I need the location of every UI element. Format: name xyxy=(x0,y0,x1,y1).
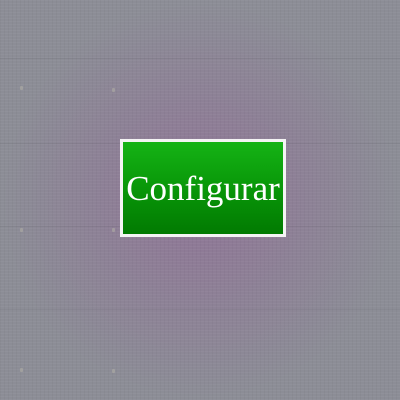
configurar-button[interactable]: Configurar xyxy=(120,139,286,237)
background-speck xyxy=(20,228,23,232)
background-seam xyxy=(0,58,400,59)
background-speck xyxy=(20,86,23,90)
configurar-button-label: Configurar xyxy=(126,168,280,208)
background-speck xyxy=(112,228,115,232)
background-speck xyxy=(20,368,23,372)
background-seam xyxy=(0,309,400,310)
background-speck xyxy=(112,369,115,373)
background-speck xyxy=(112,88,115,92)
